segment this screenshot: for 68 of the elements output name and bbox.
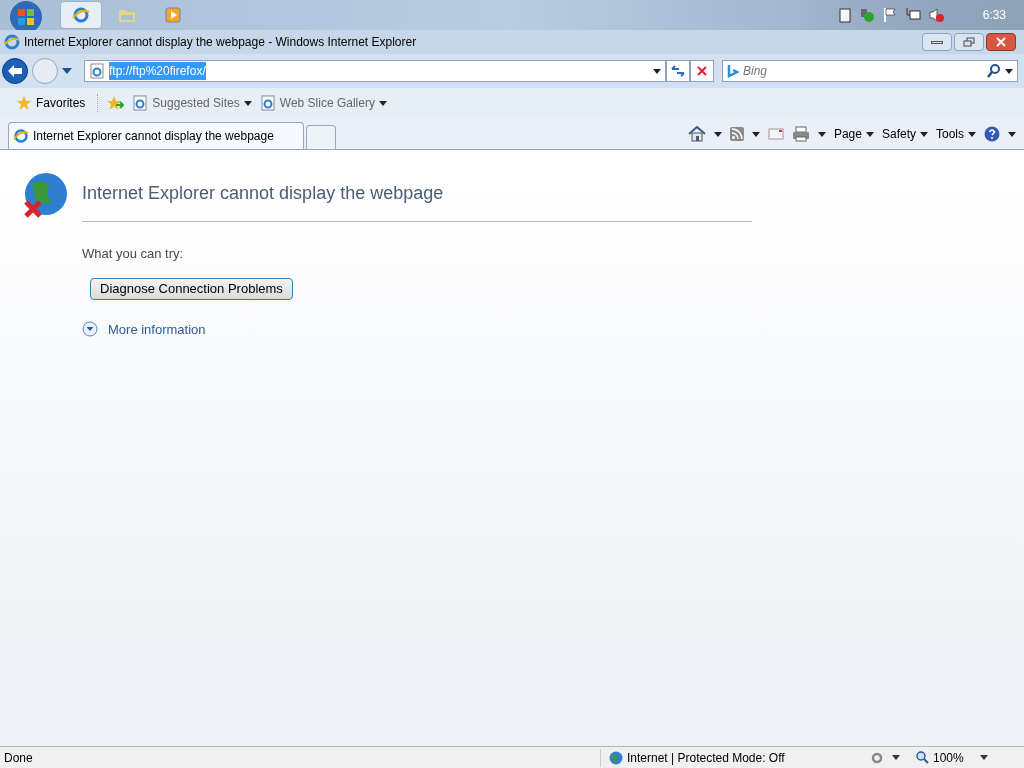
favorites-link[interactable]: Web Slice Gallery <box>279 94 375 112</box>
page-heading: Internet Explorer cannot display the webpage <box>82 180 752 222</box>
star-icon <box>16 95 32 111</box>
window-title: Internet Explorer cannot display the webpage - Windows Internet Explorer <box>24 34 417 51</box>
caret-icon[interactable] <box>1008 131 1016 137</box>
caret-icon[interactable] <box>979 755 988 760</box>
back-button[interactable] <box>2 58 28 84</box>
folder-icon <box>118 7 136 23</box>
browser-icon <box>13 128 29 144</box>
caret-icon[interactable] <box>713 131 722 137</box>
taskbar-button[interactable] <box>60 1 102 29</box>
status-text: Done <box>3 749 34 767</box>
flag-icon[interactable] <box>882 7 897 23</box>
globe-icon <box>609 750 623 765</box>
document-icon[interactable] <box>838 7 851 23</box>
zoom-icon <box>916 751 929 764</box>
search-field[interactable]: Bing <box>722 60 1018 82</box>
minimize-button[interactable] <box>922 33 952 51</box>
globe-error-icon <box>22 172 68 220</box>
refresh-icon <box>671 65 685 77</box>
feed-icon[interactable] <box>729 127 744 141</box>
caret-icon[interactable] <box>751 131 760 137</box>
printer-icon[interactable] <box>791 126 810 142</box>
close-icon <box>995 37 1007 47</box>
caret-icon[interactable] <box>817 131 826 137</box>
refresh-button[interactable] <box>666 60 690 82</box>
favorites-button[interactable]: Favorites <box>16 94 99 112</box>
close-button[interactable] <box>986 33 1016 51</box>
add-favorite-icon[interactable] <box>106 95 125 111</box>
stop-icon <box>697 66 707 76</box>
expand-icon[interactable] <box>82 321 98 338</box>
menu-button[interactable]: Page <box>833 125 874 143</box>
muted-speaker-icon[interactable] <box>928 7 945 23</box>
prompt-text: What you can try: <box>82 245 185 263</box>
page-icon <box>259 95 276 111</box>
caret-icon[interactable] <box>243 100 252 106</box>
caret-icon[interactable] <box>653 68 661 74</box>
page-icon <box>132 95 149 111</box>
help-icon[interactable] <box>984 126 1000 142</box>
home-icon[interactable] <box>687 126 706 142</box>
page-icon <box>89 63 105 79</box>
diagnose-button[interactable]: Diagnose Connection Problems <box>90 277 293 300</box>
favorites-link[interactable]: Suggested Sites <box>152 94 240 112</box>
network-icon[interactable] <box>904 7 921 23</box>
zoom-level[interactable]: 100% <box>933 748 964 767</box>
back-arrow-icon <box>7 64 23 78</box>
browser-tab[interactable]: Internet Explorer cannot display the webpage <box>8 122 304 149</box>
media-player-icon <box>165 7 181 23</box>
bing-icon <box>727 64 739 78</box>
caret-icon[interactable] <box>378 100 387 106</box>
address-text: ftp://ftp%20firefox/ <box>109 62 206 80</box>
menu-button[interactable]: Safety <box>881 125 928 143</box>
more-information-link[interactable]: More information <box>108 319 206 339</box>
browser-icon <box>4 34 20 50</box>
caret-icon[interactable] <box>1005 68 1013 74</box>
search-icon[interactable] <box>987 64 1001 78</box>
restore-icon <box>963 37 975 47</box>
caret-icon[interactable] <box>892 755 900 760</box>
browser-icon <box>72 6 90 24</box>
caret-icon[interactable] <box>968 131 976 137</box>
caret-icon[interactable] <box>920 131 928 137</box>
security-zone-text: Internet | Protected Mode: Off <box>627 749 785 767</box>
mail-icon[interactable] <box>767 128 784 140</box>
menu-button[interactable]: Tools <box>936 125 976 143</box>
stop-button[interactable] <box>690 60 714 82</box>
caret-icon[interactable] <box>62 68 72 74</box>
search-input[interactable]: Bing <box>743 62 983 80</box>
caret-icon[interactable] <box>865 131 874 137</box>
